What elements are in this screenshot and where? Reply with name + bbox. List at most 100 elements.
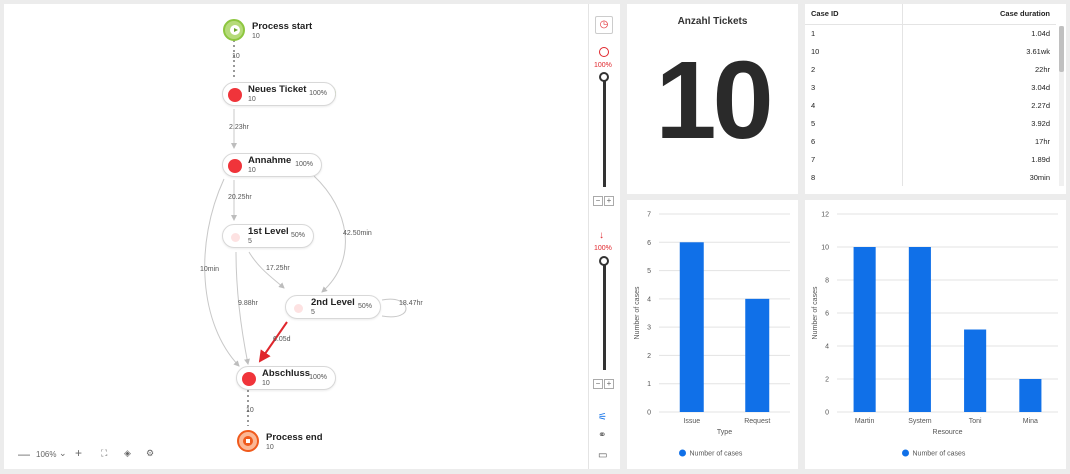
chevron-down-icon[interactable]: ⌄ [59,448,67,459]
bar-chart-type: 0 1 2 3 4 5 6 7 Issue Request Type Number of cases N… [634,212,790,458]
hierarchy-icon[interactable]: ⚭ [598,430,606,441]
x-tick-label: System [908,418,932,425]
case-duration-cell: 22hr [902,60,1056,78]
edge-label: 9.88hr [238,300,258,307]
paths-percentage: 100% [594,245,612,252]
x-tick-label: Mina [1023,418,1038,425]
activity-dot [294,304,303,313]
bar-issue[interactable] [679,242,704,412]
node-name: 2nd Level [311,297,355,308]
edge-label: 42.50min [343,230,372,237]
activities-percentage: 100% [594,62,612,69]
node-abschluss[interactable]: Abschluss 10 100% [236,366,336,390]
node-percentage: 50% [357,303,372,310]
bar-system[interactable] [908,247,931,412]
case-id-cell: 10 [811,46,820,56]
edge-label: 10 [246,407,254,414]
activities-minus-button[interactable]: − [593,196,603,206]
export-icon[interactable]: ▭ [598,450,607,461]
timer-icon[interactable]: ◷ [595,16,613,34]
kpi-value: 10 [655,39,773,162]
activities-plus-button[interactable]: + [604,196,614,206]
table-row[interactable]: 10 3.61wk [805,42,1056,60]
x-tick-label: Issue [683,418,700,425]
y-tick-label: 6 [825,311,829,318]
node-1st-level[interactable]: 1st Level 5 50% [222,224,314,248]
zoom-out-button[interactable]: — [18,447,30,461]
edge-label: 10min [200,266,220,273]
paths-plus-button[interactable]: + [604,379,614,389]
table-scrollbar[interactable] [1059,26,1064,186]
x-tick-label: Toni [969,418,982,425]
case-duration-cell: 3.04d [902,78,1056,96]
activity-dot [231,233,240,242]
column-header-case-duration[interactable]: Case duration [902,4,1056,25]
zoom-in-button[interactable]: + [75,446,82,460]
y-tick-label: 5 [647,268,651,275]
legend-marker [902,449,909,457]
edge-first-abschluss[interactable] [235,251,250,365]
process-map[interactable]: Process start 10 10 Neues Ticket 10 100%… [4,4,588,469]
node-annahme[interactable]: Annahme 10 100% [222,153,322,177]
filter-settings-icon[interactable]: ⚟ [598,412,607,423]
paths-arrow-icon: ↓ [599,230,604,241]
node-name: Abschluss [262,368,311,379]
node-name: Process start [252,21,313,32]
node-process-end[interactable]: Process end 10 [237,430,357,454]
node-2nd-level[interactable]: 2nd Level 5 50% [285,295,381,319]
case-id-cell: 5 [811,118,816,128]
settings-icon[interactable]: ⚙ [146,448,154,459]
zoom-level[interactable]: 106% [36,450,56,459]
activities-circle-icon [599,47,609,57]
y-tick-label: 2 [647,353,651,360]
paths-minus-button[interactable]: − [593,379,603,389]
case-duration-cell: 2.27d [902,96,1056,114]
x-tick-label: Martin [855,418,875,425]
activities-slider-track[interactable] [603,77,606,187]
table-row[interactable]: 5 3.92d [805,114,1056,132]
table-row[interactable]: 3 3.04d [805,78,1056,96]
chart-by-type: 0 1 2 3 4 5 6 7 Issue Request Type Number of cases N… [627,200,798,469]
case-id-cell: 8 [811,172,816,182]
node-count: 5 [311,309,315,316]
table-row[interactable]: 8 30min [805,168,1056,186]
node-count: 10 [248,167,256,174]
case-id-cell: 7 [811,154,816,164]
y-tick-label: 7 [647,212,651,219]
x-tick-label: Request [744,418,770,425]
edge-annahme-second[interactable] [313,175,346,293]
legend-label: Number of cases [913,451,966,458]
fit-to-screen-icon[interactable]: ⛶ [101,448,107,459]
paths-slider-track[interactable] [603,260,606,370]
node-percentage: 100% [295,161,313,168]
y-tick-label: 0 [647,410,651,417]
case-id-cell: 3 [811,82,816,92]
bar-toni[interactable] [964,329,987,413]
table-row[interactable]: 1 1.04d [805,24,1056,42]
table-row[interactable]: 2 22hr [805,60,1056,78]
y-tick-label: 6 [647,240,651,247]
case-duration-cell: 1.04d [902,24,1056,42]
edge-label: 17.25hr [266,265,290,272]
slider-panel: ◷ 100% − + ↓ 100% − + ⚟ ⚭ ▭ [588,4,620,469]
node-process-start[interactable]: Process start 10 [223,19,343,43]
table-row[interactable]: 4 2.27d [805,96,1056,114]
y-tick-label: 10 [821,245,829,252]
table-row[interactable]: 6 17hr [805,132,1056,150]
bar-martin[interactable] [853,247,876,412]
y-tick-label: 8 [825,278,829,285]
y-tick-label: 0 [825,410,829,417]
layers-icon[interactable]: ◈ [124,448,131,459]
node-neues-ticket[interactable]: Neues Ticket 10 100% [222,82,336,106]
column-header-case-id[interactable]: Case ID [805,4,903,25]
node-percentage: 100% [309,90,327,97]
edge-label: 20.25hr [228,194,252,201]
bar-mina[interactable] [1019,379,1042,412]
activities-slider-handle[interactable] [599,72,609,82]
node-count: 10 [252,33,260,40]
y-axis-label: Number of cases [812,286,819,339]
table-row[interactable]: 7 1.89d [805,150,1056,168]
y-tick-label: 4 [825,344,829,351]
bar-request[interactable] [745,298,770,412]
paths-slider-handle[interactable] [599,256,609,266]
